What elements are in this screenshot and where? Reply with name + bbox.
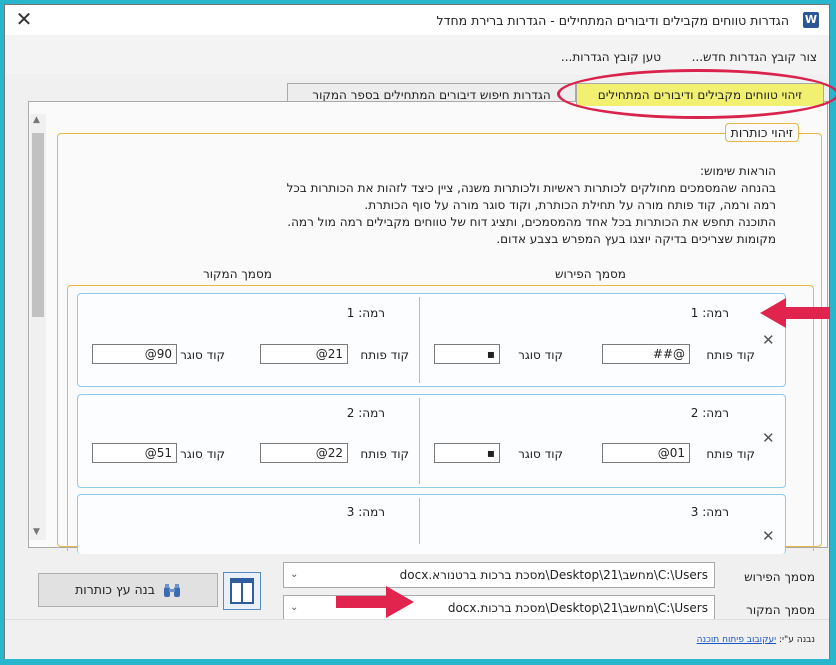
- level-panel: [77, 394, 786, 488]
- open-code-label: קוד פותח: [706, 447, 755, 461]
- close-code-label: קוד סוגר: [180, 447, 225, 461]
- close-icon[interactable]: ✕: [13, 8, 35, 30]
- scroll-up-icon[interactable]: ▲: [33, 115, 40, 125]
- credit-text: נבנה ע"י: יעקובוב פיתוח תוכנה: [697, 635, 815, 645]
- settings-window: ✕ הגדרות טווחים מקבילים ודיבורים המתחילי…: [4, 4, 836, 659]
- source-close-code-input[interactable]: @90: [92, 344, 177, 364]
- instructions-title: הוראות שימוש:: [699, 164, 776, 178]
- column-header-commentary: מסמך הפירוש: [555, 267, 626, 281]
- chevron-down-icon[interactable]: ⌄: [290, 596, 298, 620]
- level-label-source: רמה: 1: [346, 306, 385, 320]
- level-panel: [77, 293, 786, 387]
- instructions-line: התוכנה תחפש את הכותרות בכל אחד מהמסמכים,…: [287, 215, 776, 229]
- column-header-source: מסמך המקור: [203, 267, 272, 281]
- binoculars-icon: [163, 583, 180, 597]
- groupbox-legend: זיהוי כותרות: [724, 123, 799, 142]
- layout-columns-icon: [230, 578, 254, 604]
- menu-item-new-settings[interactable]: צור קובץ הגדרות חדש...: [692, 50, 817, 64]
- tab-parallel-ranges[interactable]: זיהוי טווחים מקבילים ודיבורים המתחילים: [576, 83, 824, 106]
- close-code-label: קוד סוגר: [518, 348, 563, 362]
- window-title: הגדרות טווחים מקבילים ודיבורים המתחילים …: [436, 13, 789, 28]
- remove-level-icon[interactable]: ✕: [762, 429, 775, 447]
- layout-toggle-button[interactable]: [223, 572, 261, 610]
- level-label-commentary: רמה: 3: [690, 505, 729, 519]
- commentary-open-code-input[interactable]: @01: [602, 443, 690, 463]
- red-arrow-icon: [760, 298, 830, 328]
- source-close-code-input[interactable]: @51: [92, 443, 177, 463]
- instructions-line: מקומות שצריכים בדיקה יוצגו בעץ המפרש בצב…: [496, 232, 776, 246]
- source-doc-label: מסמך המקור: [746, 603, 815, 617]
- chevron-down-icon[interactable]: ⌄: [290, 563, 298, 587]
- open-code-label: קוד פותח: [360, 447, 409, 461]
- level-divider: [419, 398, 420, 484]
- level-label-source: רמה: 3: [346, 505, 385, 519]
- build-tree-button[interactable]: בנה עץ כותרות: [38, 573, 218, 607]
- level-panel: [77, 494, 786, 554]
- menu-item-load-settings[interactable]: טען קובץ הגדרות...: [561, 50, 661, 64]
- commentary-close-code-input[interactable]: ▪: [434, 443, 500, 463]
- scrollbar-thumb[interactable]: [32, 133, 44, 317]
- commentary-doc-label: מסמך הפירוש: [744, 570, 815, 584]
- close-code-label: קוד סוגר: [180, 348, 225, 362]
- instructions-line: בהנחה שהמסמכים מחולקים לכותרות ראשיות ול…: [286, 181, 776, 195]
- remove-level-icon[interactable]: ✕: [762, 331, 775, 349]
- scroll-down-icon[interactable]: ▼: [33, 527, 40, 537]
- level-divider: [419, 498, 420, 544]
- credit-link[interactable]: יעקובוב פיתוח תוכנה: [697, 635, 777, 645]
- commentary-open-code-input[interactable]: ##@: [602, 344, 690, 364]
- word-app-icon: W: [803, 12, 819, 28]
- level-label-commentary: רמה: 1: [690, 306, 729, 320]
- open-code-label: קוד פותח: [360, 348, 409, 362]
- build-tree-label: בנה עץ כותרות: [75, 582, 155, 597]
- close-code-label: קוד סוגר: [518, 447, 563, 461]
- open-code-label: קוד פותח: [706, 348, 755, 362]
- level-label-commentary: רמה: 2: [690, 406, 729, 420]
- red-arrow-icon: [336, 586, 414, 618]
- level-label-source: רמה: 2: [346, 406, 385, 420]
- source-open-code-input[interactable]: @22: [260, 443, 348, 463]
- remove-level-icon[interactable]: ✕: [762, 527, 775, 545]
- title-bar: ✕ הגדרות טווחים מקבילים ודיבורים המתחילי…: [5, 5, 829, 36]
- instructions-line: רמה ורמה, קוד פותח מורה על תחילת הכותרת,…: [364, 198, 776, 212]
- commentary-close-code-input[interactable]: ▪: [434, 344, 500, 364]
- source-doc-path: C:\Users\מחשב\21\Desktop\מסכת ברכות.docx: [447, 601, 708, 615]
- level-divider: [419, 297, 420, 383]
- source-open-code-input[interactable]: @21: [260, 344, 348, 364]
- commentary-doc-path: C:\Users\מחשב\21\Desktop\מסכת ברכות ברטנ…: [399, 568, 708, 582]
- credit-prefix: נבנה ע"י:: [776, 635, 815, 645]
- menu-bar: צור קובץ הגדרות חדש... טען קובץ הגדרות..…: [5, 35, 829, 75]
